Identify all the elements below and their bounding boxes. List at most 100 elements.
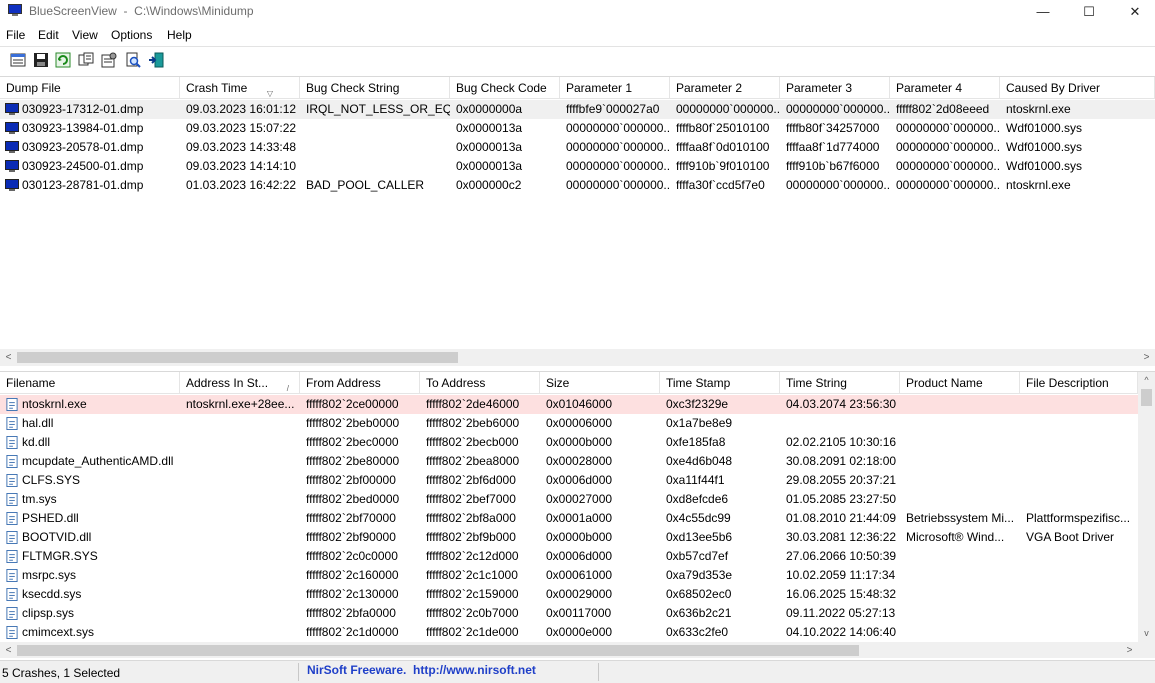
cell-address-in-stack [180, 471, 300, 490]
cell-parameter-2: ffffaa8f`0d010100 [676, 140, 770, 154]
column-dump-file[interactable]: Dump File [0, 77, 180, 99]
cell-bug-check-string: IRQL_NOT_LESS_OR_EQ... [306, 102, 450, 116]
cell-size: 0x00028000 [546, 454, 613, 468]
scroll-right-arrow[interactable]: > [1138, 349, 1155, 366]
html-report-icon[interactable] [8, 50, 28, 70]
copy-icon[interactable] [76, 50, 96, 70]
crash-row[interactable]: 030123-28781-01.dmp 01.03.2023 16:42:22 BA… [0, 176, 1155, 195]
module-row[interactable]: BOOTVID.dll fffff802`2bf90000 fffff802`2bf… [0, 528, 1138, 547]
column-caused-by-driver[interactable]: Caused By Driver [1000, 77, 1155, 99]
minimize-button[interactable]: — [1020, 0, 1066, 23]
cell-product-name [900, 623, 1020, 642]
crash-list-hscrollbar[interactable]: < > [0, 349, 1155, 366]
scroll-thumb[interactable] [17, 645, 859, 656]
crash-row[interactable]: 030923-20578-01.dmp 09.03.2023 14:33:48 0x… [0, 138, 1155, 157]
scroll-right-arrow[interactable]: > [1121, 642, 1138, 658]
column-parameter-2[interactable]: Parameter 2 [670, 77, 780, 99]
scroll-down-arrow[interactable]: v [1138, 625, 1155, 642]
cell-crash-time: 09.03.2023 14:33:48 [186, 140, 297, 154]
close-button[interactable]: ✕ [1112, 0, 1155, 23]
cell-parameter-1: 00000000`000000... [566, 140, 670, 154]
module-row[interactable]: CLFS.SYS fffff802`2bf00000 fffff802`2bf6d0… [0, 471, 1138, 490]
menu-file[interactable]: File [6, 28, 25, 42]
cell-filename: ntoskrnl.exe [22, 397, 87, 411]
cell-time-string: 27.06.2066 10:50:39 [786, 549, 897, 563]
cell-file-description [1020, 566, 1138, 585]
menu-edit[interactable]: Edit [38, 28, 59, 42]
column-time-string[interactable]: Time String [780, 372, 900, 394]
module-row[interactable]: clipsp.sys fffff802`2bfa0000 fffff802`2c0b… [0, 604, 1138, 623]
column-time-stamp[interactable]: Time Stamp [660, 372, 780, 394]
cell-filename: msrpc.sys [22, 568, 76, 582]
cell-to-address: fffff802`2bf6d000 [426, 473, 516, 487]
menu-options[interactable]: Options [111, 28, 152, 42]
cell-size: 0x0001a000 [546, 511, 613, 525]
column-address-in-stack-label: Address In St... [186, 376, 269, 390]
column-to-address[interactable]: To Address [420, 372, 540, 394]
column-parameter-1[interactable]: Parameter 1 [560, 77, 670, 99]
scroll-left-arrow[interactable]: < [0, 349, 17, 366]
module-row[interactable]: msrpc.sys fffff802`2c160000 fffff802`2c1c1… [0, 566, 1138, 585]
column-size[interactable]: Size [540, 372, 660, 394]
cell-time-string: 04.10.2022 14:06:40 [786, 625, 897, 639]
column-parameter-4[interactable]: Parameter 4 [890, 77, 1000, 99]
nirsoft-link[interactable]: NirSoft Freeware. http://www.nirsoft.net [307, 663, 536, 677]
cell-parameter-2: ffff910b`9f010100 [676, 159, 770, 173]
save-icon[interactable] [31, 50, 51, 70]
cell-parameter-2: ffffa30f`ccd5f7e0 [676, 178, 765, 192]
column-crash-time[interactable]: Crash Time ▽ [180, 77, 300, 99]
module-row[interactable]: hal.dll fffff802`2beb0000 fffff802`2beb600… [0, 414, 1138, 433]
cell-time-stamp: 0xe4d6b048 [666, 454, 733, 468]
crash-row[interactable]: 030923-17312-01.dmp 09.03.2023 16:01:12 IR… [0, 100, 1155, 119]
column-file-description[interactable]: File Description [1020, 372, 1138, 394]
vscroll-thumb[interactable] [1141, 389, 1152, 406]
properties-icon[interactable] [99, 50, 119, 70]
cell-crash-time: 01.03.2023 16:42:22 [186, 178, 297, 192]
column-filename[interactable]: Filename [0, 372, 180, 394]
module-list-vscrollbar[interactable]: ^ v [1138, 372, 1155, 642]
maximize-button[interactable]: ☐ [1066, 0, 1112, 23]
crash-row[interactable]: 030923-24500-01.dmp 09.03.2023 14:14:10 0x… [0, 157, 1155, 176]
cell-parameter-2: 00000000`000000... [676, 102, 780, 116]
cell-file-description [1020, 471, 1138, 490]
scroll-thumb[interactable] [17, 352, 458, 363]
bluescreenview-app-icon [8, 4, 22, 16]
column-address-in-stack[interactable]: Address In St... / [180, 372, 300, 394]
cell-parameter-1: 00000000`000000... [566, 178, 670, 192]
module-row[interactable]: ntoskrnl.exe ntoskrnl.exe+28ee... fffff802… [0, 395, 1138, 414]
find-icon[interactable] [123, 50, 143, 70]
exit-icon[interactable] [146, 50, 166, 70]
column-parameter-3[interactable]: Parameter 3 [780, 77, 890, 99]
column-from-address[interactable]: From Address [300, 372, 420, 394]
cell-caused-by-driver: ntoskrnl.exe [1006, 178, 1071, 192]
refresh-icon[interactable] [53, 50, 73, 70]
module-list-hscrollbar[interactable]: < > [0, 642, 1155, 658]
scroll-left-arrow[interactable]: < [0, 642, 17, 658]
column-bug-check-string[interactable]: Bug Check String [300, 77, 450, 99]
cell-time-stamp: 0xb57cd7ef [666, 549, 729, 563]
cell-parameter-3: 00000000`000000... [786, 102, 890, 116]
menu-view[interactable]: View [72, 28, 98, 42]
cell-address-in-stack [180, 490, 300, 509]
cell-size: 0x0006d000 [546, 473, 613, 487]
cell-address-in-stack [180, 433, 300, 452]
module-row[interactable]: cmimcext.sys fffff802`2c1d0000 fffff802`2c… [0, 623, 1138, 642]
module-row[interactable]: tm.sys fffff802`2bed0000 fffff802`2bef7000… [0, 490, 1138, 509]
column-bug-check-code[interactable]: Bug Check Code [450, 77, 560, 99]
module-row[interactable]: kd.dll fffff802`2bec0000 fffff802`2becb000… [0, 433, 1138, 452]
cell-product-name: Microsoft® Wind... [906, 530, 1005, 544]
cell-from-address: fffff802`2bed0000 [306, 492, 400, 506]
cell-filename: BOOTVID.dll [22, 530, 92, 544]
cell-dump-file: 030923-17312-01.dmp [22, 102, 144, 116]
module-row[interactable]: ksecdd.sys fffff802`2c130000 fffff802`2c15… [0, 585, 1138, 604]
cell-dump-file: 030923-24500-01.dmp [22, 159, 144, 173]
menu-help[interactable]: Help [167, 28, 192, 42]
module-row[interactable]: PSHED.dll fffff802`2bf70000 fffff802`2bf8a… [0, 509, 1138, 528]
column-product-name[interactable]: Product Name [900, 372, 1020, 394]
module-list-pane: Filename Address In St... / From Address … [0, 371, 1155, 658]
module-row[interactable]: FLTMGR.SYS fffff802`2c0c0000 fffff802`2c12… [0, 547, 1138, 566]
column-crash-time-label: Crash Time [186, 81, 248, 95]
crash-row[interactable]: 030923-13984-01.dmp 09.03.2023 15:07:22 0x… [0, 119, 1155, 138]
module-row[interactable]: mcupdate_AuthenticAMD.dll fffff802`2be800… [0, 452, 1138, 471]
scroll-up-arrow[interactable]: ^ [1138, 372, 1155, 389]
